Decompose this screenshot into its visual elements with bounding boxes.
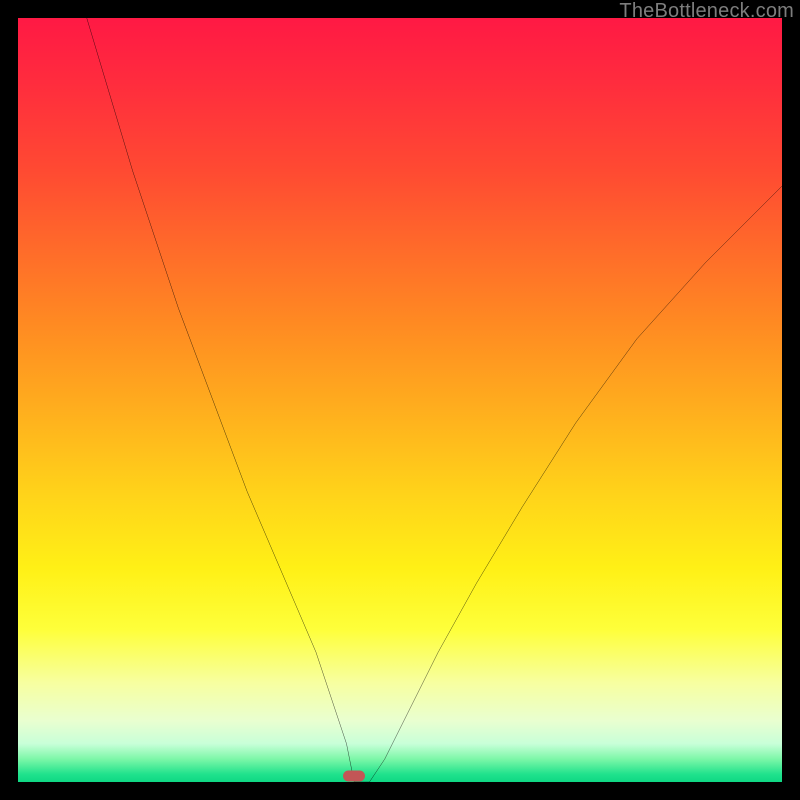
chart-stage: TheBottleneck.com — [0, 0, 800, 800]
optimum-marker — [343, 770, 365, 781]
curve-path — [87, 18, 782, 782]
bottleneck-curve — [18, 18, 782, 782]
plot-area — [18, 18, 782, 782]
